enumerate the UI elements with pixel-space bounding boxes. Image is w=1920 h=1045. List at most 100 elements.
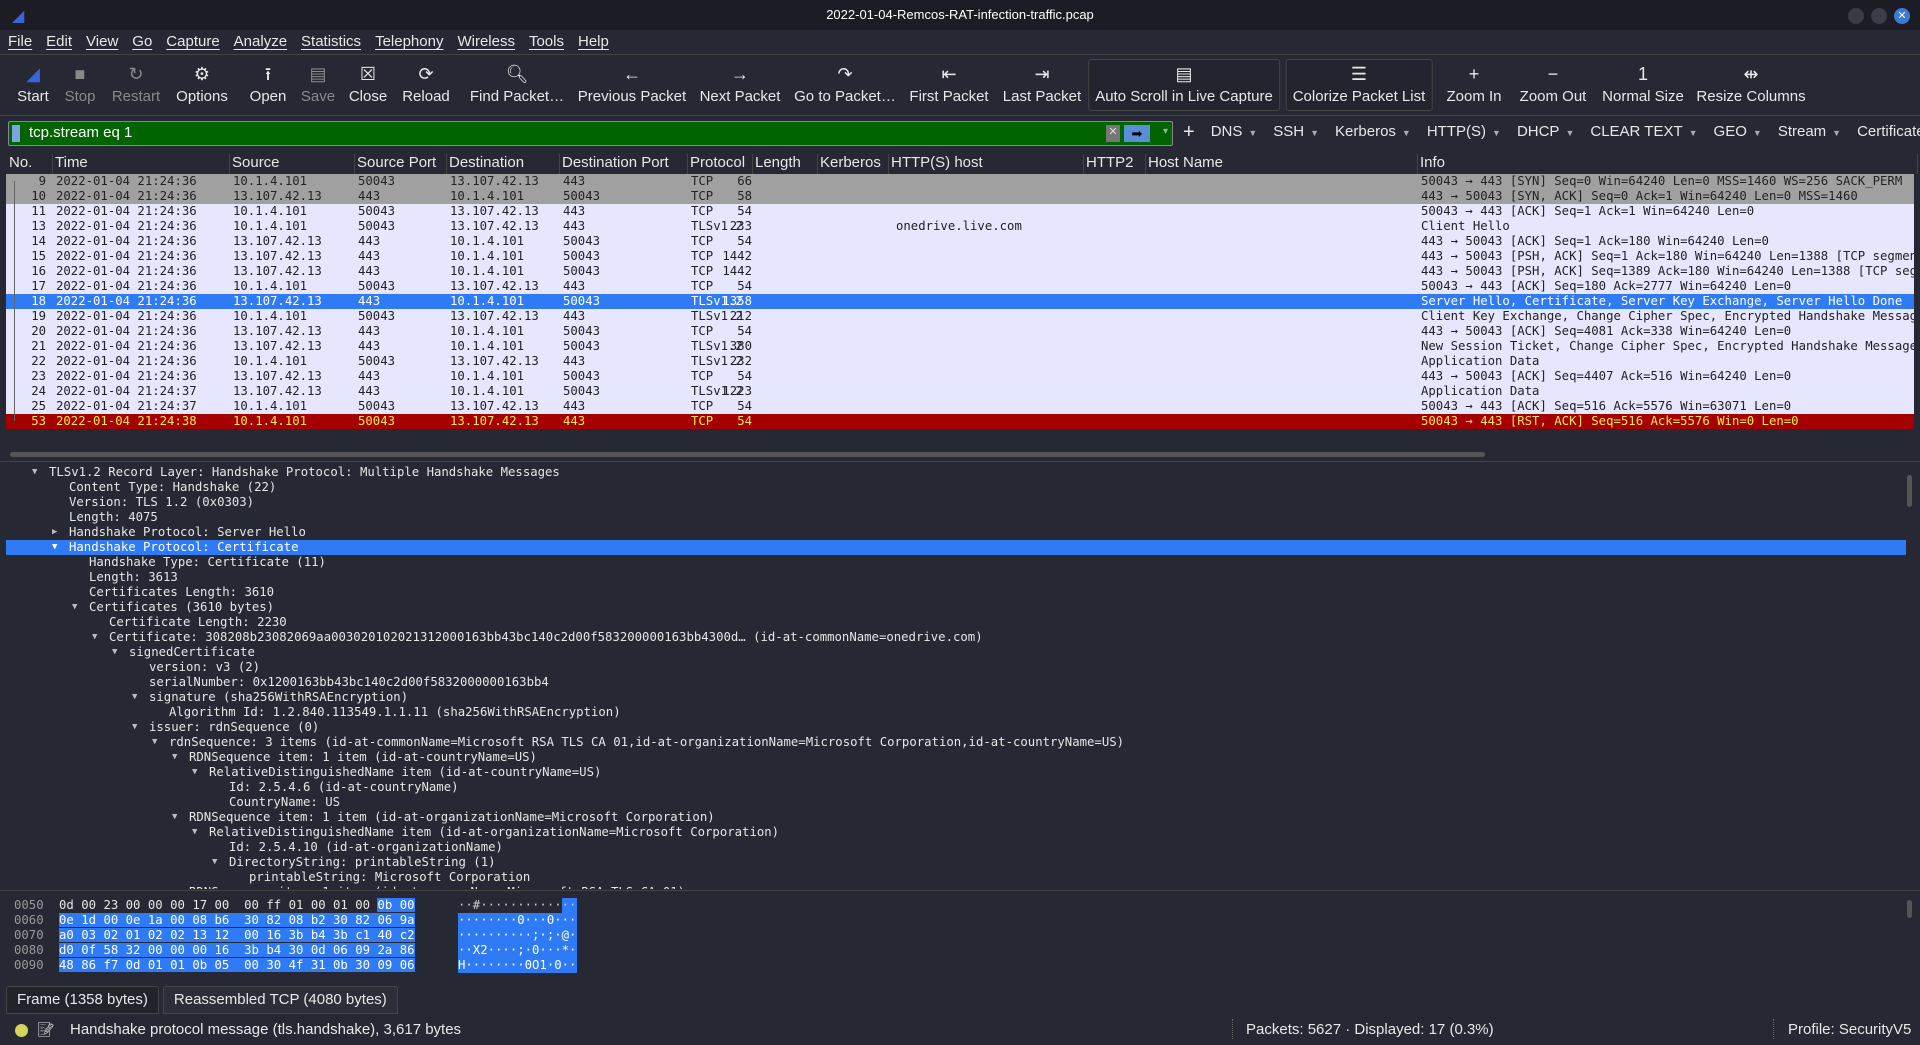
filter-button-geo[interactable]: GEO ▼ [1706, 123, 1770, 141]
menu-edit[interactable]: Edit [38, 30, 78, 50]
hex-byte[interactable]: 06 [333, 943, 356, 957]
ascii-bytes[interactable]: ··#············· [458, 898, 576, 913]
hex-byte[interactable]: 86 [399, 943, 415, 957]
tree-item[interactable]: ▼ Certificate: 308208b23082069aa003020102… [6, 630, 1906, 645]
tree-item[interactable]: ▶ Handshake Protocol: Server Hello [6, 525, 1906, 540]
menu-tools[interactable]: Tools [521, 30, 570, 50]
hex-byte[interactable]: 08 [192, 913, 215, 927]
table-row[interactable]: 53 2022-01-04 21:24:38 10.1.4.101 50043 13.1… [6, 414, 1914, 429]
menu-file[interactable]: File [0, 30, 38, 50]
colorize-packet-list-button[interactable]: ☰ Colorize Packet List [1285, 59, 1433, 111]
menu-telephony[interactable]: Telephony [367, 30, 449, 50]
expanded-arrow-icon[interactable]: ▼ [172, 810, 177, 825]
hex-byte[interactable]: 3b [244, 943, 267, 957]
go-to-packet-button[interactable]: ↷ Go to Packet… [794, 60, 896, 105]
expanded-arrow-icon[interactable]: ▼ [172, 750, 177, 765]
tree-item[interactable]: printableString: Microsoft Corporation [6, 870, 1906, 885]
capture-comment-icon[interactable]: 📝︎ [37, 1021, 55, 1038]
menu-help[interactable]: Help [570, 30, 615, 50]
hex-byte[interactable]: 00 [311, 898, 333, 912]
column-header-destination-port[interactable]: Destination Port [560, 154, 688, 174]
hex-byte[interactable]: 58 [103, 943, 126, 957]
table-row[interactable]: 15 2022-01-04 21:24:36 13.107.42.13 443 10.1… [6, 249, 1914, 264]
table-row[interactable]: 22 2022-01-04 21:24:36 10.1.4.101 50043 13.1… [6, 354, 1914, 369]
hex-byte[interactable]: 0b [192, 958, 215, 972]
tree-item[interactable]: CountryName: US [6, 795, 1906, 810]
tree-item[interactable]: ▼ rdnSequence: 3 items (id-at-commonName=… [6, 735, 1906, 750]
hex-byte[interactable]: 01 [125, 928, 148, 942]
filter-history-dropdown[interactable]: ▾ [1163, 126, 1168, 137]
hex-bytes[interactable]: a0 03 02 01 02 02 13 12 00 16 3b b4 3b c… [59, 928, 415, 943]
hex-byte[interactable]: 0e [125, 913, 148, 927]
tree-item[interactable]: Id: 2.5.4.6 (id-at-countryName) [6, 780, 1906, 795]
hex-bytes[interactable]: 0d 00 23 00 00 00 17 00 00 ff 01 00 01 0… [59, 898, 415, 913]
hex-byte[interactable]: 00 [244, 928, 267, 942]
menu-view[interactable]: View [78, 30, 124, 50]
hex-byte[interactable]: 3b [288, 928, 311, 942]
collapsed-arrow-icon[interactable]: ▶ [52, 525, 57, 540]
chevron-down-icon[interactable]: ▼ [1248, 128, 1257, 138]
table-row[interactable]: 17 2022-01-04 21:24:36 10.1.4.101 50043 13.1… [6, 279, 1914, 294]
column-header-http-s-host[interactable]: HTTP(S) host [889, 154, 1084, 174]
expert-info-icon[interactable] [15, 1024, 28, 1037]
hex-byte[interactable]: 09 [377, 958, 400, 972]
hex-byte[interactable]: 00 [355, 898, 377, 912]
zoom-in-button[interactable]: + Zoom In [1446, 60, 1501, 105]
ascii-bytes[interactable]: H········0O1·0·· [458, 958, 576, 973]
hex-byte[interactable]: 00 [147, 943, 171, 957]
hex-byte[interactable]: b2 [310, 913, 334, 927]
column-header-host-name[interactable]: Host Name [1146, 154, 1418, 174]
filter-button-clear-text[interactable]: CLEAR TEXT ▼ [1582, 123, 1705, 141]
hex-byte[interactable]: 82 [266, 913, 289, 927]
zoom-out-button[interactable]: − Zoom Out [1520, 60, 1587, 105]
expanded-arrow-icon[interactable]: ▼ [132, 690, 137, 705]
hex-byte[interactable]: d0 [59, 943, 82, 957]
hex-byte[interactable]: 48 [59, 958, 82, 972]
hex-byte[interactable]: 30 [288, 943, 311, 957]
tree-item[interactable]: ▼ RelativeDistinguishedName item (id-at-o… [6, 825, 1906, 840]
hex-byte[interactable]: 00 [244, 898, 266, 912]
first-packet-button[interactable]: ⇤ First Packet [909, 60, 988, 105]
hex-byte[interactable]: a0 [59, 928, 82, 942]
tree-item[interactable]: ▼ signature (sha256WithRSAEncryption) [6, 690, 1906, 705]
expanded-arrow-icon[interactable]: ▼ [52, 540, 57, 555]
expanded-arrow-icon[interactable]: ▼ [112, 645, 117, 660]
filter-button-http-s-[interactable]: HTTP(S) ▼ [1419, 123, 1509, 141]
table-row[interactable]: 19 2022-01-04 21:24:36 10.1.4.101 50043 13.1… [6, 309, 1914, 324]
hex-byte[interactable]: 0d [59, 898, 81, 912]
bytes-scrollbar[interactable] [1907, 900, 1912, 918]
tree-item[interactable]: Id: 2.5.4.10 (id-at-organizationName) [6, 840, 1906, 855]
tree-item[interactable]: ▼ RDNSequence item: 1 item (id-at-commonN… [6, 885, 1906, 889]
chevron-down-icon[interactable]: ▼ [1565, 128, 1574, 138]
hex-byte[interactable]: 1d [81, 913, 104, 927]
hex-byte[interactable]: 00 [170, 943, 193, 957]
table-row[interactable]: 24 2022-01-04 21:24:37 13.107.42.13 443 10.1… [6, 384, 1914, 399]
minimize-button[interactable] [1848, 8, 1864, 24]
resize-columns-button[interactable]: ⇹ Resize Columns [1696, 60, 1805, 105]
tree-item[interactable]: ▼ DirectoryString: printableString (1) [6, 855, 1906, 870]
maximize-button[interactable] [1871, 8, 1887, 24]
filter-button-ssh[interactable]: SSH ▼ [1265, 123, 1327, 141]
packet-list-hscrollbar[interactable] [10, 452, 1485, 457]
last-packet-button[interactable]: ⇥ Last Packet [1003, 60, 1081, 105]
hex-byte[interactable]: 2a [377, 943, 400, 957]
table-row[interactable]: 20 2022-01-04 21:24:36 13.107.42.13 443 10.1… [6, 324, 1914, 339]
menu-statistics[interactable]: Statistics [293, 30, 367, 50]
table-row[interactable]: 13 2022-01-04 21:24:36 10.1.4.101 50043 13.1… [6, 219, 1914, 234]
tree-item[interactable]: ▼ RDNSequence item: 1 item (id-at-organiz… [6, 810, 1906, 825]
tree-item[interactable]: ▼ RelativeDistinguishedName item (id-at-c… [6, 765, 1906, 780]
details-scrollbar[interactable] [1907, 475, 1912, 507]
bookmark-icon[interactable] [12, 125, 20, 142]
hex-byte[interactable]: 86 [81, 958, 104, 972]
ascii-bytes[interactable]: ··X2····;·0···*· [458, 943, 576, 958]
column-header-http2[interactable]: HTTP2 [1084, 154, 1146, 174]
hex-byte[interactable]: c2 [399, 928, 415, 942]
next-packet-button[interactable]: → Next Packet [700, 60, 781, 105]
expanded-arrow-icon[interactable]: ▼ [132, 720, 137, 735]
table-row[interactable]: 23 2022-01-04 21:24:36 13.107.42.13 443 10.1… [6, 369, 1914, 384]
hex-byte[interactable]: b4 [310, 928, 334, 942]
ascii-bytes[interactable]: ········0···0··· [458, 913, 576, 928]
pane-splitter[interactable] [0, 890, 1920, 891]
hex-byte[interactable]: 01 [170, 958, 193, 972]
chevron-down-icon[interactable]: ▼ [1310, 128, 1319, 138]
